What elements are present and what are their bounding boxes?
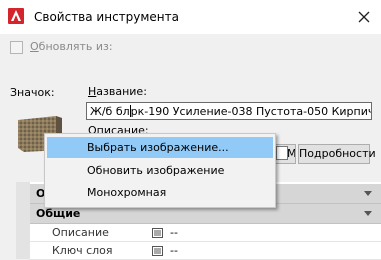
title-bar: Свойства инструмента (0, 0, 381, 34)
name-label: Название: (88, 85, 147, 98)
property-name: Ключ слоя (52, 244, 113, 257)
image-label: Значок: (10, 86, 55, 99)
update-from-label: Обновлять из: (30, 40, 113, 53)
autocad-logo-icon (8, 8, 24, 24)
list-editor-icon[interactable] (152, 228, 163, 238)
close-icon[interactable] (353, 6, 375, 28)
chevron-down-icon[interactable] (364, 211, 372, 216)
menu-item-monochrome[interactable]: Монохромная (47, 182, 273, 203)
update-from-checkbox[interactable] (10, 41, 23, 54)
chevron-down-icon[interactable] (364, 191, 372, 196)
menu-item-select-image[interactable]: Выбрать изображение... (47, 137, 273, 158)
panel-gutter (16, 182, 30, 259)
menu-item-refresh-image[interactable]: Обновить изображение (47, 160, 273, 181)
list-editor-icon[interactable] (152, 246, 163, 256)
property-value: -- (170, 244, 178, 257)
window-title: Свойства инструмента (34, 10, 179, 24)
name-input[interactable]: Ж/б блрк-190 Усиление-038 Пустота-050 Ки… (86, 102, 372, 120)
context-menu: Выбрать изображение... Обновить изображе… (44, 133, 276, 208)
property-row[interactable]: Описание -- (30, 224, 381, 242)
details-button[interactable]: Подробности (298, 144, 376, 164)
property-value: -- (170, 226, 178, 239)
document-icon (276, 146, 288, 160)
property-name: Описание (52, 226, 109, 239)
property-row[interactable]: Ключ слоя -- (30, 242, 381, 260)
